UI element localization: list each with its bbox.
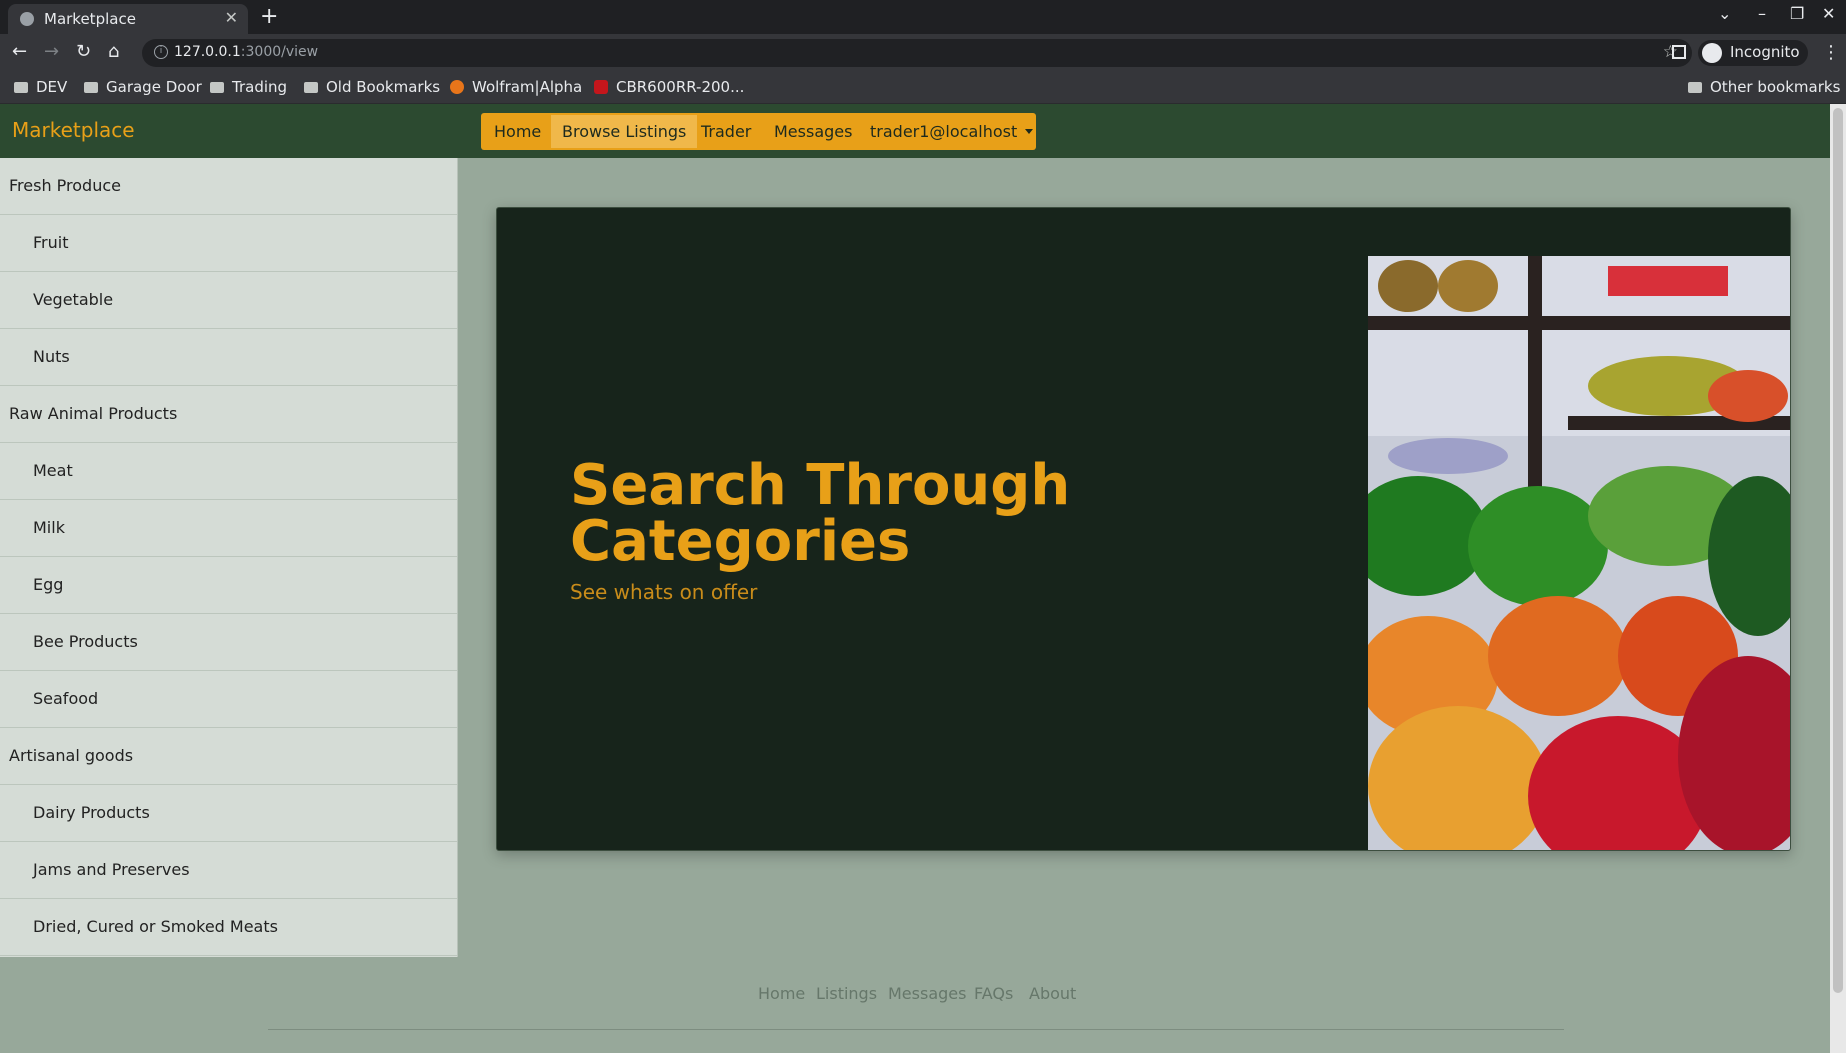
bookmark-trading[interactable]: Trading	[210, 78, 287, 96]
other-bookmarks[interactable]: Other bookmarks	[1688, 78, 1840, 96]
sidebar-item-milk[interactable]: Milk	[0, 500, 457, 557]
nav-home[interactable]: Home	[494, 122, 541, 141]
plus-icon[interactable]: +	[260, 4, 278, 29]
nav-browse-listings[interactable]: Browse Listings	[551, 115, 698, 148]
globe-icon	[20, 12, 34, 26]
bookmark-dev[interactable]: DEV	[14, 78, 67, 96]
browser-toolbar: ← → ↻ ⌂ i 127.0.0.1:3000/view ☆	[0, 34, 1846, 72]
sidebar-item-nuts[interactable]: Nuts	[0, 329, 457, 386]
restore-icon[interactable]: ❐	[1790, 4, 1804, 23]
site-info-icon[interactable]: i	[154, 45, 168, 59]
sidebar-item-dairy-products[interactable]: Dairy Products	[0, 785, 457, 842]
footer-link-about[interactable]: About	[1029, 984, 1076, 1003]
folder-icon	[14, 82, 28, 93]
browser-tab-strip: Marketplace ✕ + ⌄ – ❐ ✕	[0, 0, 1846, 34]
sidebar-item-vegetable[interactable]: Vegetable	[0, 272, 457, 329]
hero-banner: Search Through Categories See whats on o…	[496, 207, 1791, 851]
category-sidebar: Fresh Produce Fruit Vegetable Nuts Raw A…	[0, 158, 458, 957]
bookmark-cbr600rr[interactable]: CBR600RR-200...	[594, 78, 744, 96]
incognito-badge[interactable]: Incognito	[1698, 40, 1808, 66]
footer-link-messages[interactable]: Messages	[888, 984, 966, 1003]
footer-divider	[268, 1029, 1564, 1030]
menu-kebab-icon[interactable]: ⋮	[1822, 42, 1840, 63]
sidebar-item-raw-animal-products[interactable]: Raw Animal Products	[0, 386, 457, 443]
nav-messages[interactable]: Messages	[774, 122, 852, 141]
bookmark-wolfram[interactable]: Wolfram|Alpha	[450, 78, 582, 96]
bookmark-old-bookmarks[interactable]: Old Bookmarks	[304, 78, 440, 96]
honda-icon	[594, 80, 608, 94]
folder-icon	[1688, 82, 1702, 93]
sidebar-item-bee-products[interactable]: Bee Products	[0, 614, 457, 671]
footer-link-home[interactable]: Home	[758, 984, 805, 1003]
wolfram-icon	[450, 80, 464, 94]
sidebar-item-meat[interactable]: Meat	[0, 443, 457, 500]
sidebar-item-fruit[interactable]: Fruit	[0, 215, 457, 272]
incognito-label: Incognito	[1730, 43, 1800, 61]
bookmarks-bar: DEV Garage Door Trading Old Bookmarks Wo…	[0, 72, 1846, 104]
sidebar-item-artisanal-goods[interactable]: Artisanal goods	[0, 728, 457, 785]
url-text: 127.0.0.1:3000/view	[174, 44, 319, 60]
folder-icon	[84, 82, 98, 93]
reload-icon[interactable]: ↻	[76, 41, 91, 62]
sidebar-item-dried-cured-smoked-meats[interactable]: Dried, Cured or Smoked Meats	[0, 899, 457, 956]
address-bar[interactable]: i 127.0.0.1:3000/view ☆	[142, 39, 1692, 67]
hero-subtitle: See whats on offer	[570, 580, 758, 604]
folder-icon	[210, 82, 224, 93]
main-menu: Home Browse Listings Trader Messages tra…	[481, 113, 1036, 150]
tab-search-icon[interactable]: ⌄	[1718, 4, 1731, 23]
close-tab-icon[interactable]: ✕	[225, 8, 238, 27]
folder-icon	[304, 82, 318, 93]
forward-icon[interactable]: →	[44, 41, 59, 62]
sidebar-item-egg[interactable]: Egg	[0, 557, 457, 614]
tab-title: Marketplace	[44, 10, 136, 28]
incognito-icon	[1702, 43, 1722, 63]
bookmark-garage-door[interactable]: Garage Door	[84, 78, 202, 96]
footer-link-listings[interactable]: Listings	[816, 984, 877, 1003]
minimize-icon[interactable]: –	[1758, 4, 1766, 23]
side-panel-icon[interactable]	[1672, 45, 1686, 59]
browser-tab[interactable]: Marketplace ✕	[8, 4, 248, 34]
nav-user-dropdown[interactable]: trader1@localhost	[870, 122, 1034, 141]
home-icon[interactable]: ⌂	[108, 41, 119, 62]
site-navbar: Marketplace Home Browse Listings Trader …	[0, 104, 1830, 158]
produce-image	[1368, 256, 1790, 850]
user-email: trader1@localhost	[870, 122, 1018, 141]
sidebar-item-jams-and-preserves[interactable]: Jams and Preserves	[0, 842, 457, 899]
hero-title: Search Through Categories	[570, 453, 1071, 574]
page-scrollbar[interactable]	[1830, 104, 1846, 1053]
footer-link-faqs[interactable]: FAQs	[974, 984, 1013, 1003]
scrollbar-thumb[interactable]	[1833, 108, 1843, 993]
sidebar-item-seafood[interactable]: Seafood	[0, 671, 457, 728]
nav-trader[interactable]: Trader	[701, 122, 751, 141]
chevron-down-icon	[1025, 129, 1034, 134]
sidebar-item-fresh-produce[interactable]: Fresh Produce	[0, 158, 457, 215]
brand-link[interactable]: Marketplace	[12, 118, 135, 142]
back-icon[interactable]: ←	[12, 41, 27, 62]
close-window-icon[interactable]: ✕	[1822, 4, 1835, 23]
page-viewport: Marketplace Home Browse Listings Trader …	[0, 104, 1830, 1053]
